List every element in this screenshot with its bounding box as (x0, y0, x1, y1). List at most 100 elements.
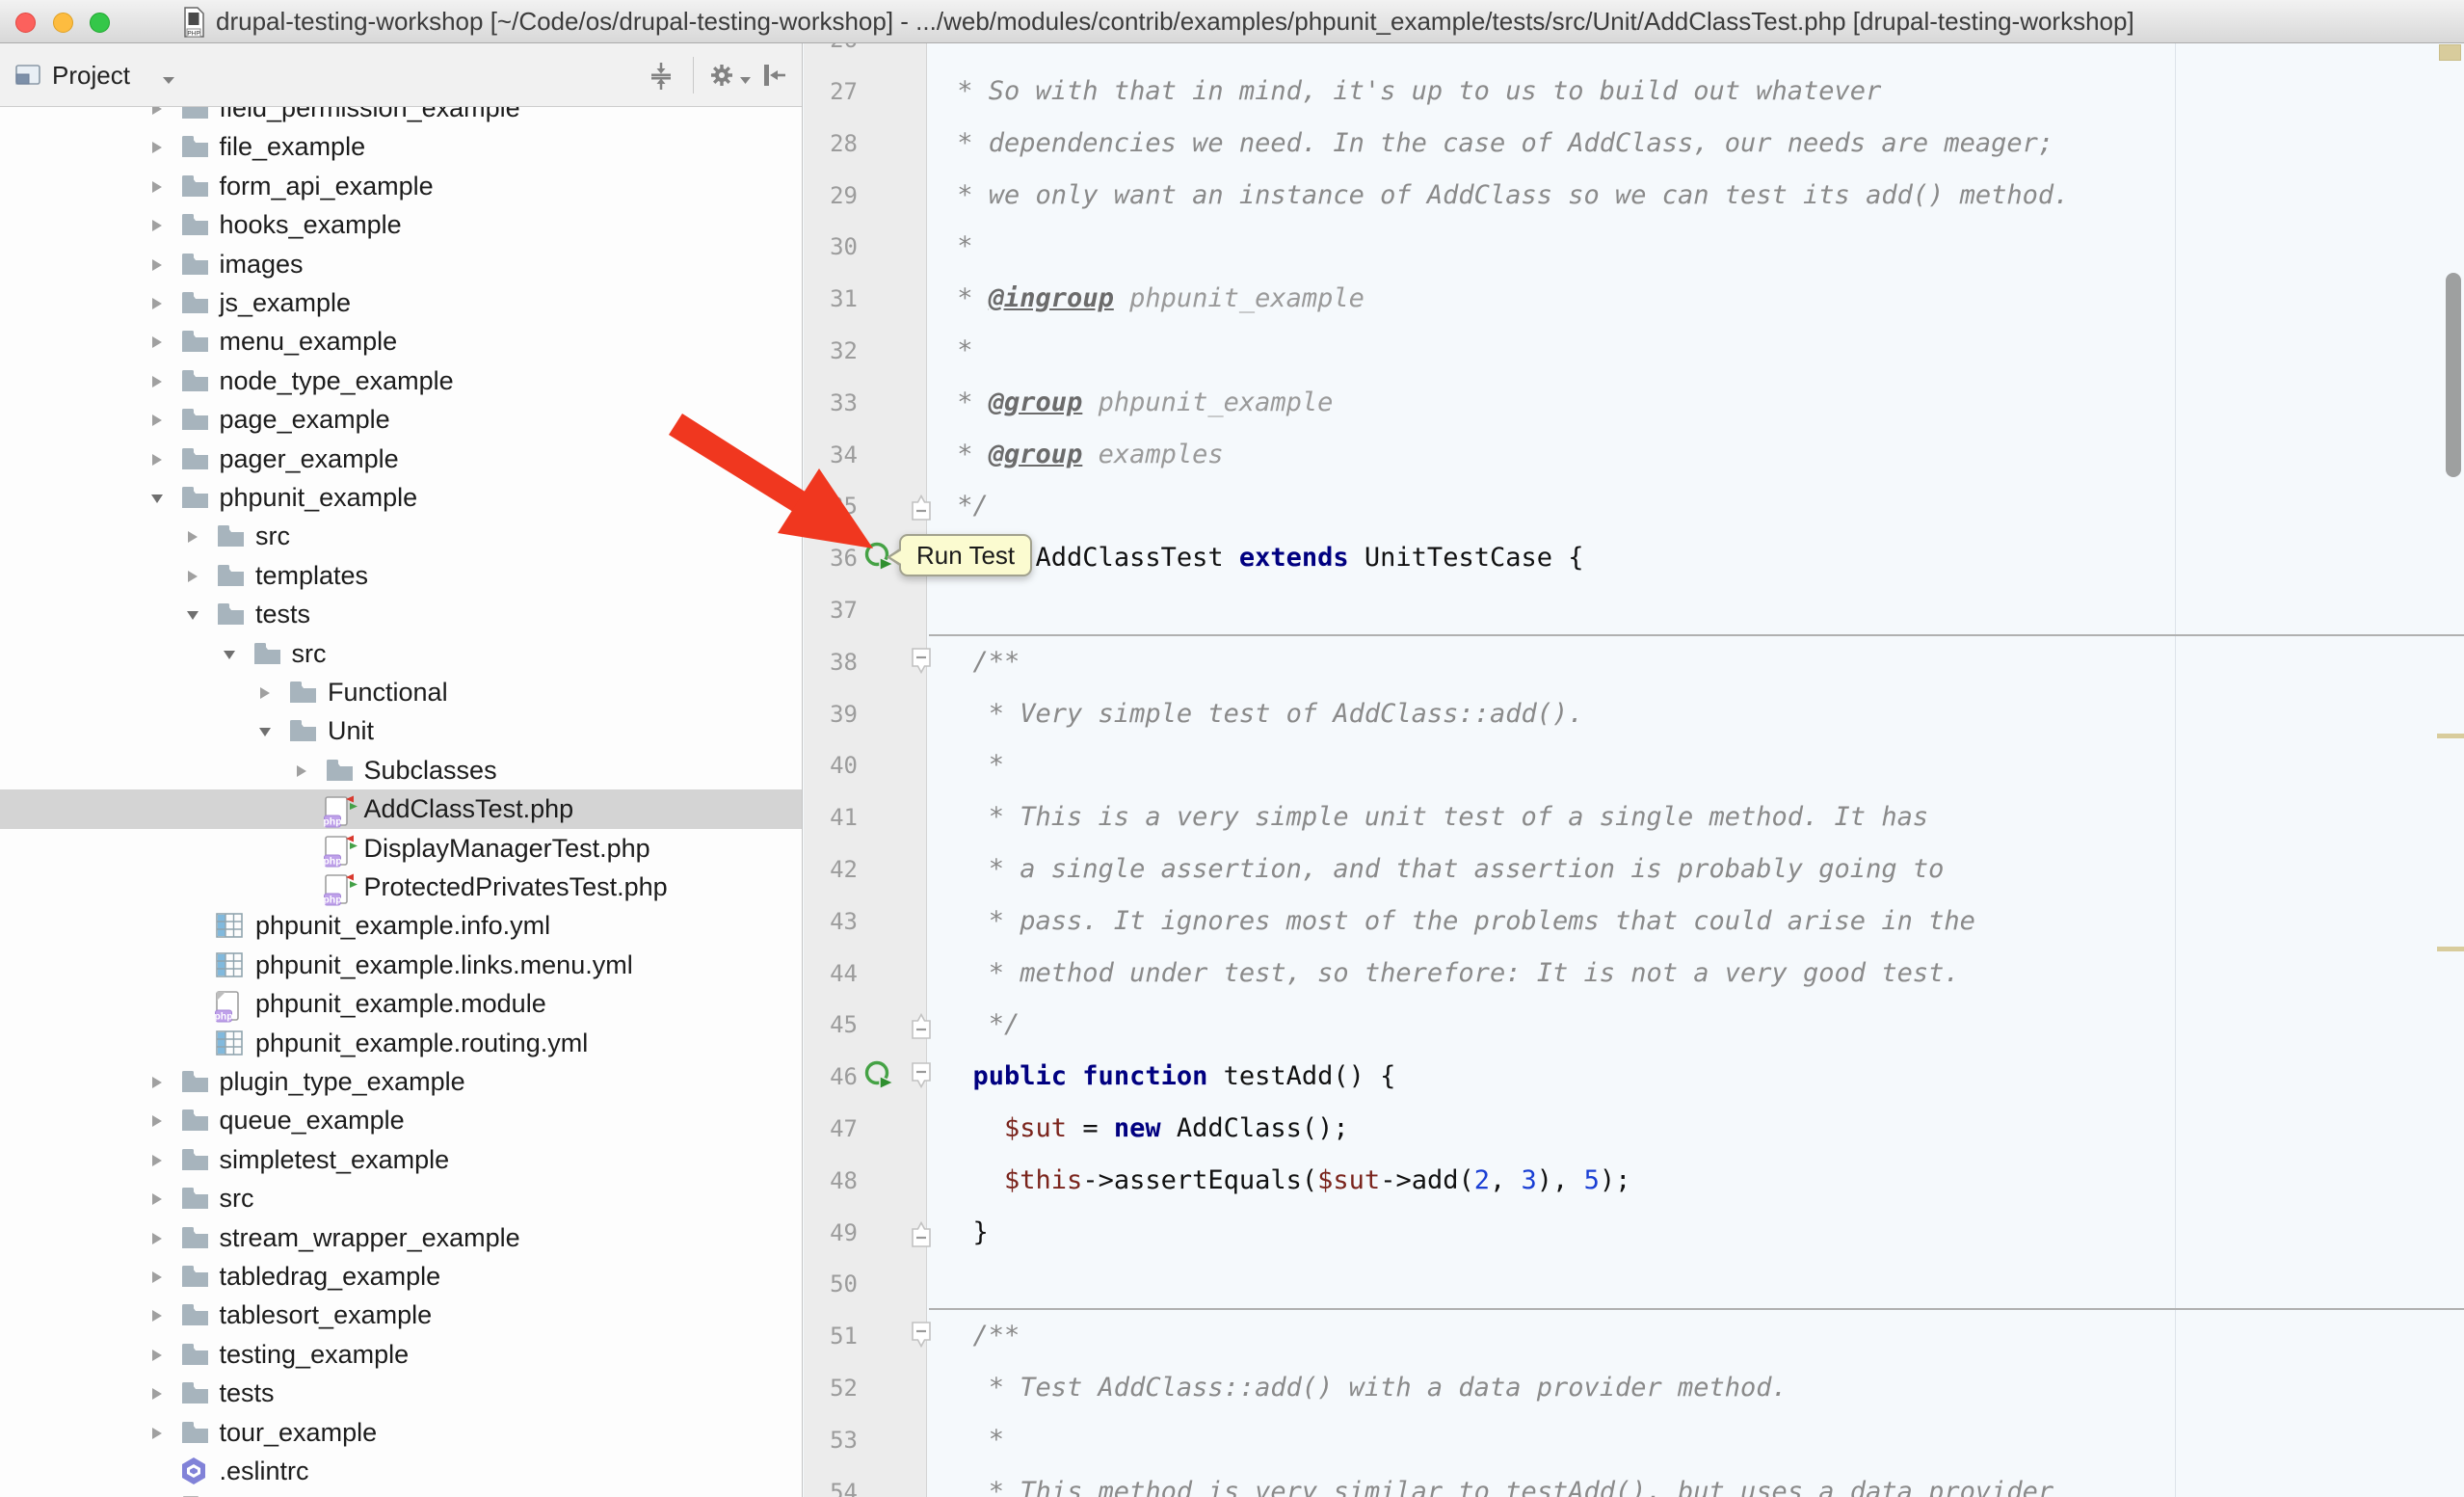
tree-item-images[interactable]: images (0, 245, 802, 284)
collapse-all-icon[interactable] (648, 61, 675, 96)
fold-end-marker-icon[interactable] (911, 1009, 932, 1040)
tree-item-displaymanagertest-php[interactable]: phpDisplayManagerTest.php (0, 829, 802, 869)
chevron-collapsed-icon[interactable] (295, 764, 308, 778)
code-line: * we only want an instance of AddClass s… (941, 170, 2069, 222)
code-segment: phpunit_example (1114, 283, 1364, 313)
editor-scrollbar-thumb[interactable] (2446, 273, 2461, 477)
tree-item-tablesort-example[interactable]: tablesort_example (0, 1296, 802, 1335)
tree-item-phpunit-example-links-menu-yml[interactable]: phpunit_example.links.menu.yml (0, 946, 802, 985)
tree-item-tabledrag-example[interactable]: tabledrag_example (0, 1257, 802, 1297)
run-test-gutter-icon[interactable] (863, 1059, 896, 1092)
tree-item-menu-example[interactable]: menu_example (0, 322, 802, 361)
fold-start-marker-icon[interactable] (911, 1061, 932, 1092)
chevron-collapsed-icon[interactable] (150, 414, 164, 427)
chevron-collapsed-icon[interactable] (150, 141, 164, 154)
tree-item-phpunit-example-routing-yml[interactable]: phpunit_example.routing.yml (0, 1024, 802, 1063)
fold-start-marker-icon[interactable] (911, 1321, 932, 1351)
tree-item-testing-example[interactable]: testing_example (0, 1335, 802, 1375)
tree-item-phpunit-example[interactable]: phpunit_example (0, 478, 802, 518)
chevron-collapsed-icon[interactable] (150, 1349, 164, 1362)
chevron-collapsed-icon[interactable] (150, 1270, 164, 1284)
chevron-expanded-icon[interactable] (150, 492, 164, 505)
tree-item-simpletest-example[interactable]: simpletest_example (0, 1140, 802, 1180)
tree-item-plugin-type-example[interactable]: plugin_type_example (0, 1062, 802, 1102)
code-segment: * (941, 388, 989, 417)
tree-item-tests[interactable]: tests (0, 1374, 802, 1413)
warning-stripe-mark[interactable] (2437, 947, 2464, 951)
chevron-collapsed-icon[interactable] (150, 258, 164, 272)
tree-item-phpunit-example-info-yml[interactable]: phpunit_example.info.yml (0, 906, 802, 946)
dropdown-caret-icon[interactable] (162, 72, 175, 90)
tree-item-protectedprivatestest-php[interactable]: phpProtectedPrivatesTest.php (0, 868, 802, 907)
tree-item-functional[interactable]: Functional (0, 673, 802, 712)
chevron-collapsed-icon[interactable] (150, 219, 164, 232)
zoom-button[interactable] (90, 13, 110, 33)
chevron-expanded-icon[interactable] (186, 608, 199, 622)
fold-start-marker-icon[interactable] (911, 647, 932, 678)
chevron-collapsed-icon[interactable] (150, 375, 164, 388)
tree-item-js-example[interactable]: js_example (0, 283, 802, 323)
chevron-collapsed-icon[interactable] (150, 1154, 164, 1167)
chevron-expanded-icon[interactable] (223, 648, 236, 661)
tree-item-file-example[interactable]: file_example (0, 127, 802, 167)
chevron-collapsed-icon[interactable] (150, 1387, 164, 1401)
chevron-collapsed-icon[interactable] (150, 1114, 164, 1128)
tree-item-addclasstest-php[interactable]: phpAddClassTest.php (0, 789, 802, 829)
chevron-collapsed-icon[interactable] (150, 1192, 164, 1206)
tree-item-eslintrc[interactable]: .eslintrc (0, 1452, 802, 1491)
inspection-status-square[interactable] (2439, 44, 2461, 61)
close-button[interactable] (15, 13, 36, 33)
chevron-collapsed-icon[interactable] (150, 335, 164, 349)
tree-item-form-api-example[interactable]: form_api_example (0, 167, 802, 206)
line-number: 26 (804, 43, 858, 66)
minimize-button[interactable] (53, 13, 73, 33)
tree-item-tour-example[interactable]: tour_example (0, 1413, 802, 1453)
chevron-collapsed-icon[interactable] (150, 107, 164, 116)
tree-item-src[interactable]: src (0, 517, 802, 556)
project-panel-title[interactable]: Project (52, 43, 130, 107)
tree-item-phpunit-example-module[interactable]: phpphpunit_example.module (0, 984, 802, 1024)
tree-item-hooks-example[interactable]: hooks_example (0, 205, 802, 245)
tree-item-composer-json[interactable]: {}composer.json (0, 1490, 802, 1497)
chevron-collapsed-icon[interactable] (150, 453, 164, 467)
gear-dropdown-caret-icon[interactable] (740, 72, 752, 90)
tree-item-field-permission-example[interactable]: field_permission_example (0, 107, 802, 128)
warning-stripe-mark[interactable] (2437, 734, 2464, 738)
tree-item-src[interactable]: src (0, 634, 802, 674)
code-editor[interactable]: 2627 * So with that in mind, it's up to … (804, 43, 2464, 1497)
tree-item-src[interactable]: src (0, 1179, 802, 1218)
line-number: 46 (804, 1051, 858, 1103)
folder-icon (179, 1377, 210, 1411)
run-test-tooltip[interactable]: Run Test (899, 534, 1032, 576)
tree-item-page-example[interactable]: page_example (0, 400, 802, 440)
tree-item-tests[interactable]: tests (0, 595, 802, 634)
fold-end-marker-icon[interactable] (911, 1217, 932, 1248)
chevron-collapsed-icon[interactable] (150, 297, 164, 310)
hide-panel-icon[interactable] (759, 61, 788, 94)
tree-item-stream-wrapper-example[interactable]: stream_wrapper_example (0, 1218, 802, 1258)
chevron-collapsed-icon[interactable] (186, 530, 199, 544)
tree-item-label: page_example (220, 400, 390, 440)
code-line: } (941, 1207, 989, 1259)
fold-end-marker-icon[interactable] (911, 491, 932, 521)
folder-icon (179, 404, 210, 438)
chevron-collapsed-icon[interactable] (186, 570, 199, 583)
chevron-collapsed-icon[interactable] (150, 1309, 164, 1323)
tree-item-queue-example[interactable]: queue_example (0, 1101, 802, 1140)
chevron-collapsed-icon[interactable] (150, 180, 164, 194)
chevron-collapsed-icon[interactable] (150, 1232, 164, 1245)
tree-item-unit[interactable]: Unit (0, 711, 802, 751)
tree-item-label: simpletest_example (220, 1140, 450, 1180)
line-number: 42 (804, 843, 858, 896)
code-segment: ); (1600, 1165, 1631, 1195)
chevron-collapsed-icon[interactable] (258, 686, 272, 700)
chevron-collapsed-icon[interactable] (150, 1076, 164, 1089)
chevron-collapsed-icon[interactable] (150, 1427, 164, 1440)
tree-item-node-type-example[interactable]: node_type_example (0, 361, 802, 401)
php-document-icon: PHP (181, 6, 206, 43)
tree-item-templates[interactable]: templates (0, 556, 802, 596)
chevron-expanded-icon[interactable] (258, 725, 272, 738)
tree-item-subclasses[interactable]: Subclasses (0, 751, 802, 790)
tree-item-pager-example[interactable]: pager_example (0, 440, 802, 479)
settings-gear-icon[interactable] (707, 61, 736, 94)
